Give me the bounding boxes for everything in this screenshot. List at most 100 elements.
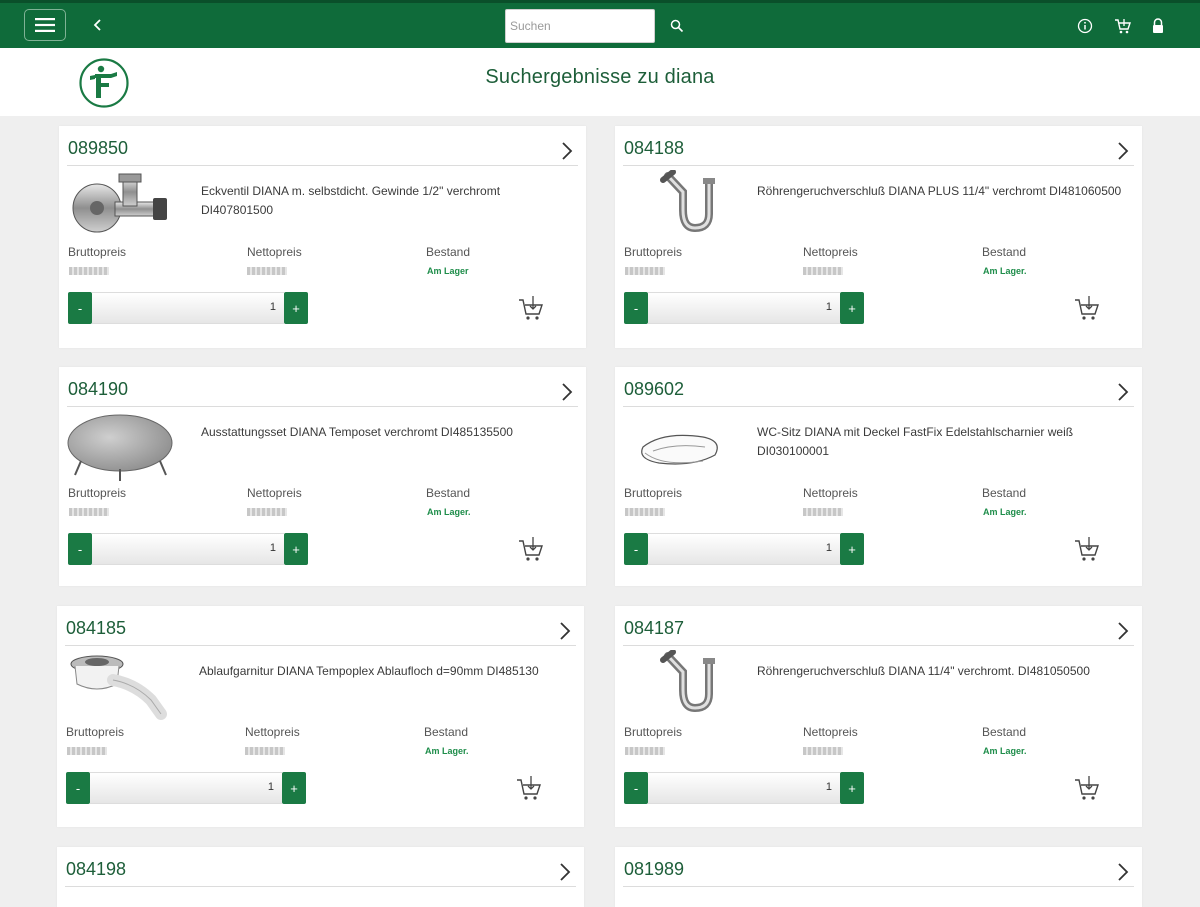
decrease-quantity-button[interactable]: - [624,292,648,324]
menu-button[interactable] [24,9,66,41]
chevron-right-icon[interactable] [1114,380,1132,404]
product-number[interactable]: 084188 [624,138,684,159]
increase-quantity-button[interactable]: + [282,772,306,804]
chevron-right-icon[interactable] [556,619,574,643]
decrease-quantity-button[interactable]: - [624,772,648,804]
product-number[interactable]: 084185 [66,618,126,639]
product-number[interactable]: 084198 [66,859,126,880]
net-price-label: Nettopreis [803,486,858,500]
quantity-stepper[interactable]: -1 + [624,292,864,324]
increase-quantity-button[interactable]: + [840,772,864,804]
drain-cover-image [67,414,173,481]
decrease-quantity-button[interactable]: - [68,533,92,565]
quantity-field[interactable]: 1 [90,772,282,804]
product-card[interactable]: 084187 Röhrengeruchverschluß DIANA 11/4" … [615,606,1142,827]
decrease-quantity-button[interactable]: - [624,533,648,565]
product-number[interactable]: 084190 [68,379,128,400]
add-to-cart-icon[interactable] [517,535,545,563]
toilet-seat-image [641,434,718,465]
page-header: Suchergebnisse zu diana [0,48,1200,116]
product-description[interactable]: Ablaufgarnitur DIANA Tempoplex Ablaufloc… [199,662,569,681]
drain-fitting-image [70,655,167,720]
add-to-cart-icon[interactable] [1073,535,1101,563]
product-card[interactable]: 084185 Ablaufgarnitur DIANA Tempoplex Abl… [57,606,584,827]
product-number[interactable]: 089850 [68,138,128,159]
product-number[interactable]: 084187 [624,618,684,639]
stock-status: Am Lager. [425,746,469,756]
card-divider [623,165,1134,166]
lock-icon [1153,18,1163,33]
net-price-blurred [245,747,285,755]
card-divider [623,886,1134,887]
product-description[interactable]: Eckventil DIANA m. selbstdicht. Gewinde … [201,182,571,220]
stock-status: Am Lager. [983,507,1027,517]
quantity-field[interactable]: 1 [92,533,284,565]
quantity-field[interactable]: 1 [648,533,840,565]
net-price-label: Nettopreis [247,486,302,500]
gross-price-blurred [625,747,665,755]
card-divider [67,165,578,166]
increase-quantity-button[interactable]: + [840,533,864,565]
product-description[interactable]: WC-Sitz DIANA mit Deckel FastFix Edelsta… [757,423,1127,461]
gross-price-blurred [69,267,109,275]
increase-quantity-button[interactable]: + [284,533,308,565]
product-card[interactable]: 081989 [615,847,1142,907]
product-card[interactable]: 089602 WC-Sitz DIANA mit Deckel FastFix E… [615,367,1142,586]
increase-quantity-button[interactable]: + [284,292,308,324]
product-description[interactable]: Röhrengeruchverschluß DIANA 11/4" verchr… [757,662,1127,681]
product-card[interactable]: 084188 Röhrengeruchverschluß DIANA PLUS 1… [615,126,1142,348]
product-number[interactable]: 081989 [624,859,684,880]
shopping-cart-icon [1115,19,1131,34]
quantity-stepper[interactable]: -1 + [624,772,864,804]
chevron-right-icon[interactable] [558,139,576,163]
net-price-label: Nettopreis [803,725,858,739]
stock-status: Am Lager. [427,507,471,517]
info-button[interactable] [1074,15,1096,37]
decrease-quantity-button[interactable]: - [66,772,90,804]
search-button[interactable] [667,16,687,36]
quantity-field[interactable]: 1 [92,292,284,324]
add-to-cart-icon[interactable] [515,774,543,802]
card-divider [65,645,576,646]
add-to-cart-icon[interactable] [517,294,545,322]
chevron-right-icon[interactable] [558,380,576,404]
lock-button[interactable] [1147,15,1169,37]
decrease-quantity-button[interactable]: - [68,292,92,324]
gross-price-label: Bruttopreis [624,245,683,259]
product-card[interactable]: 084198 [57,847,584,907]
info-icon [1077,18,1093,34]
quantity-field[interactable]: 1 [648,772,840,804]
product-card[interactable]: 084190 Ausstattungsset DIANA Temposet ver… [59,367,586,586]
cart-button[interactable] [1112,15,1134,37]
card-divider [623,406,1134,407]
hamburger-menu-icon [35,18,55,32]
quantity-stepper[interactable]: -1 + [68,533,308,565]
gross-price-blurred [625,267,665,275]
stock-label: Bestand [424,725,469,739]
net-price-blurred [247,267,287,275]
stock-status: Am Lager [427,266,469,276]
quantity-stepper[interactable]: -1 + [68,292,308,324]
product-number[interactable]: 089602 [624,379,684,400]
product-card[interactable]: 089850 Eckventil DIANA m. selbstdicht. Ge… [59,126,586,348]
stock-label: Bestand [982,245,1027,259]
quantity-field[interactable]: 1 [648,292,840,324]
chevron-right-icon[interactable] [1114,860,1132,884]
chevron-left-icon [93,19,101,31]
angle-valve-image [72,173,167,233]
gross-price-blurred [67,747,107,755]
add-to-cart-icon[interactable] [1073,774,1101,802]
chevron-right-icon[interactable] [1114,139,1132,163]
increase-quantity-button[interactable]: + [840,292,864,324]
chevron-right-icon[interactable] [556,860,574,884]
add-to-cart-icon[interactable] [1073,294,1101,322]
search-input[interactable] [505,9,655,43]
net-price-blurred [803,267,843,275]
quantity-stepper[interactable]: -1 + [66,772,306,804]
chevron-right-icon[interactable] [1114,619,1132,643]
quantity-stepper[interactable]: -1 + [624,533,864,565]
product-description[interactable]: Röhrengeruchverschluß DIANA PLUS 11/4" v… [757,182,1127,201]
card-divider [65,886,576,887]
back-button[interactable] [86,9,110,41]
product-description[interactable]: Ausstattungsset DIANA Temposet verchromt… [201,423,571,442]
